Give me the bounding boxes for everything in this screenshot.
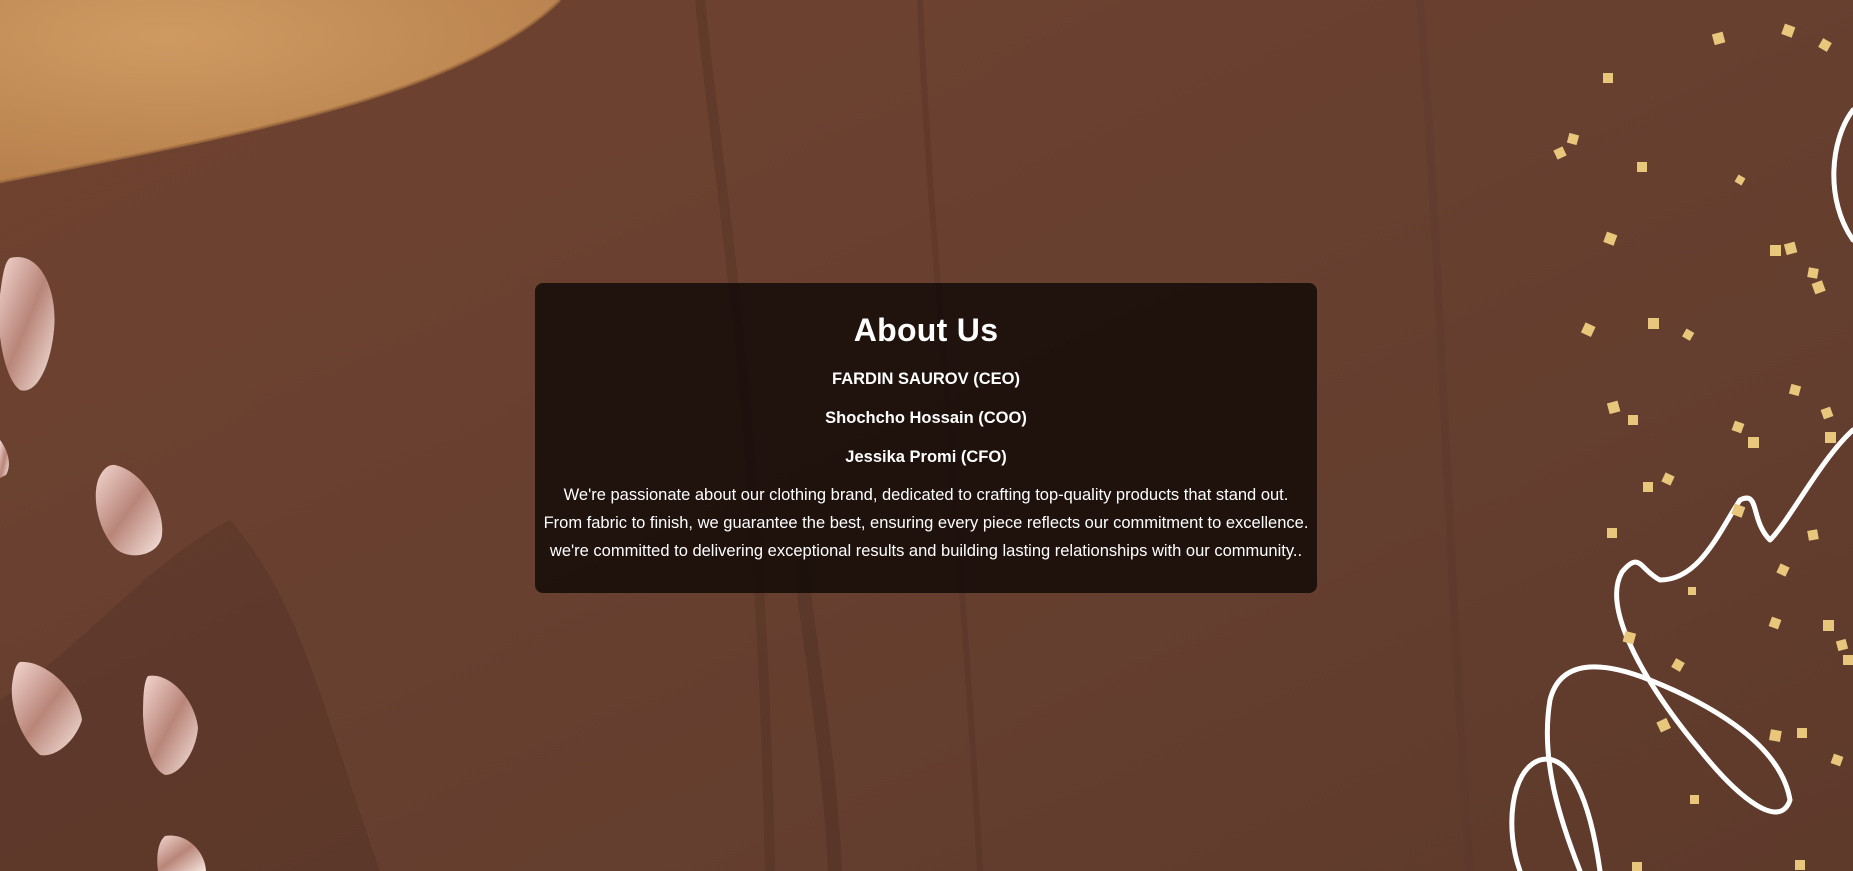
description-line: From fabric to finish, we guarantee the … <box>543 514 1309 533</box>
description-line: We're passionate about our clothing bran… <box>563 486 1289 505</box>
about-us-card: About Us FARDIN SAUROV (CEO) Shochcho Ho… <box>535 283 1317 593</box>
team-member-coo: Shochcho Hossain (COO) <box>825 409 1027 428</box>
description-line: we're committed to delivering exceptiona… <box>549 542 1303 561</box>
about-description: We're passionate about our clothing bran… <box>535 481 1317 565</box>
team-member-cfo: Jessika Promi (CFO) <box>845 448 1007 467</box>
about-title: About Us <box>853 312 999 348</box>
team-member-ceo: FARDIN SAUROV (CEO) <box>832 370 1020 389</box>
